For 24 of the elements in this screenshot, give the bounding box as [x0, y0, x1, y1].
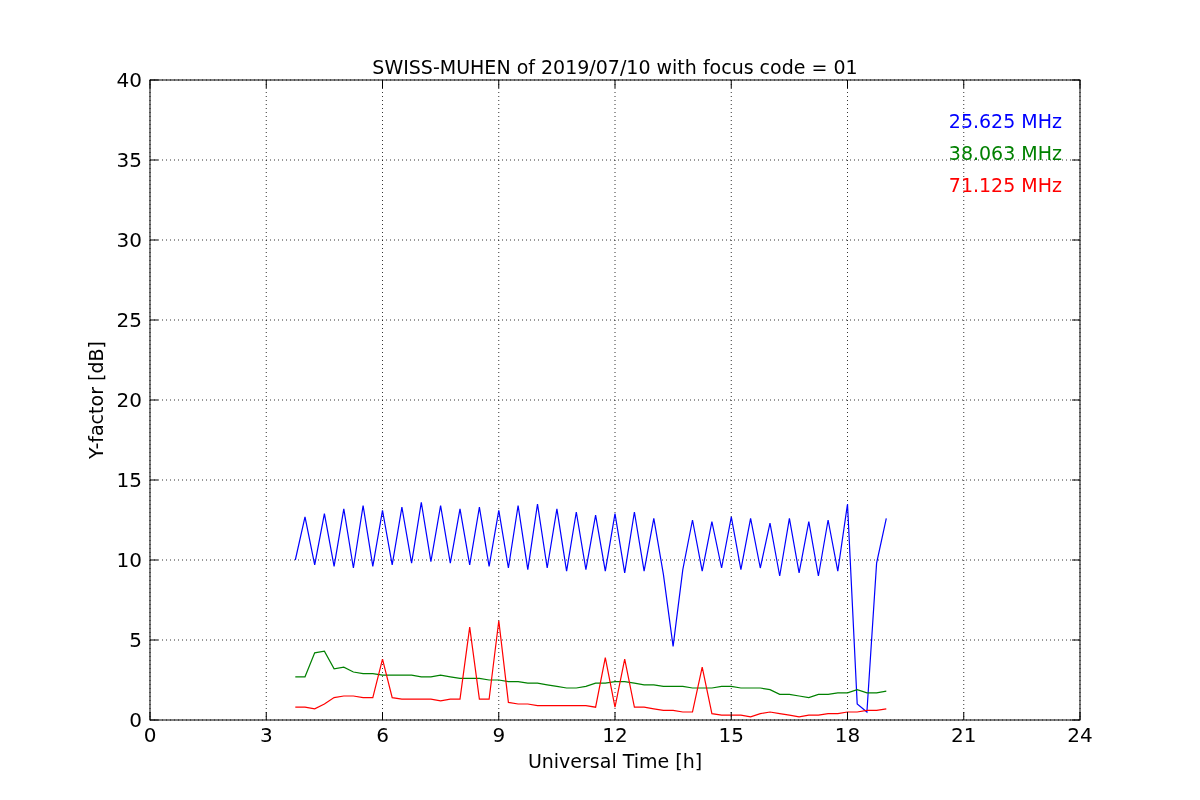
y-tick-label: 10: [116, 548, 142, 572]
x-tick-label: 12: [602, 723, 628, 747]
y-tick-label: 15: [116, 468, 142, 492]
y-tick-label: 5: [129, 628, 142, 652]
y-tick-label: 0: [129, 708, 142, 732]
x-tick-label: 3: [259, 723, 273, 747]
x-tick-label: 0: [143, 723, 157, 747]
y-tick-label: 40: [116, 68, 142, 92]
x-tick-label: 18: [834, 723, 861, 747]
legend-label: 71.125 MHz: [948, 174, 1062, 196]
chart-title: SWISS-MUHEN of 2019/07/10 with focus code = 01: [372, 56, 858, 78]
y-tick-label: 25: [116, 308, 142, 332]
x-axis-label: Universal Time [h]: [527, 750, 703, 772]
x-tick-label: 9: [492, 723, 506, 747]
legend-label: 38.063 MHz: [948, 142, 1062, 164]
x-tick-label: 15: [718, 723, 744, 747]
y-tick-label: 35: [116, 148, 142, 172]
x-tick-label: 6: [376, 723, 389, 747]
y-tick-label: 30: [116, 228, 142, 252]
x-tick-label: 21: [951, 723, 977, 747]
x-tick-label: 24: [1067, 723, 1093, 747]
legend-label: 25.625 MHz: [948, 110, 1062, 132]
y-tick-label: 20: [116, 388, 142, 412]
y-axis-label: Y-factor [dB]: [85, 341, 107, 459]
